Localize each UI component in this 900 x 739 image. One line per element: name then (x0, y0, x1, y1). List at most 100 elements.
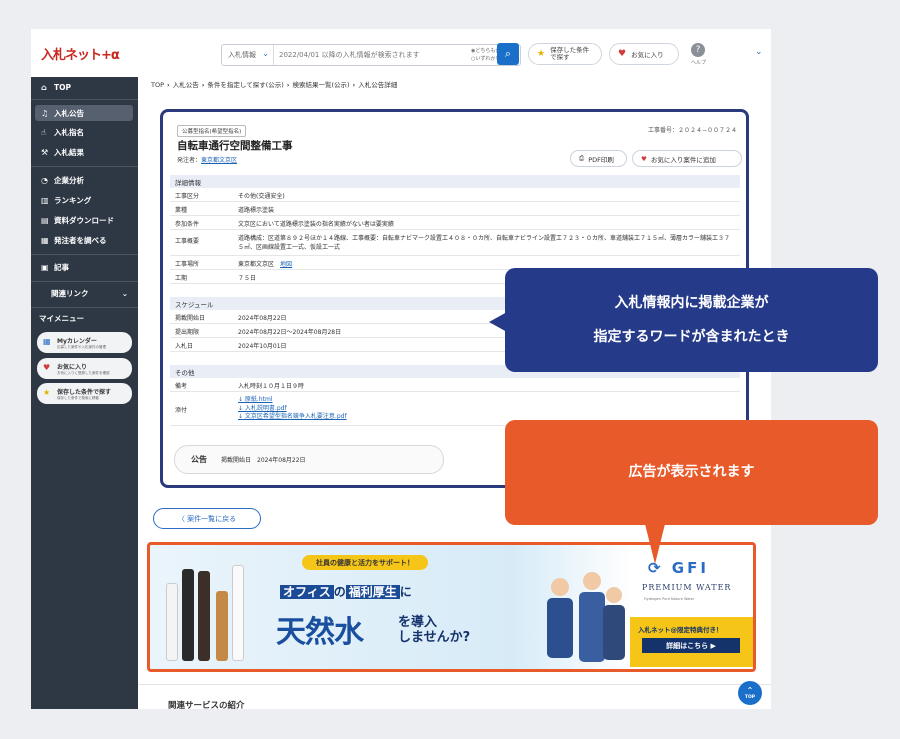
water-server-image (198, 571, 210, 661)
breadcrumb-item[interactable]: 検索結果一覧(公示) (292, 81, 349, 89)
add-favorite-button[interactable]: ♥ お気に入り案件に追加 (632, 150, 742, 167)
back-to-top-button[interactable]: ⌃ TOP (738, 681, 762, 705)
ad-big-text-line: を導入 (398, 615, 438, 630)
row-key: 業種 (175, 206, 188, 214)
sidebar-item-koukoku[interactable]: ♫ 入札公告 (35, 105, 133, 121)
search-category-select[interactable]: 入札情報 ⌄ (222, 45, 274, 65)
breadcrumb-item: 入札公告詳細 (358, 81, 398, 89)
breadcrumb: TOP › 入札公告 › 条件を指定して探す(公示) › 検索結果一覧(公示) › 入札公告詳細 (151, 81, 398, 89)
callout-line: 入札情報内に掲載企業が (614, 295, 769, 311)
star-icon: ★ (43, 388, 51, 397)
sidebar-item-label: 企業分析 (54, 175, 84, 185)
ad-big-text-2: を導入 しませんか? (398, 615, 470, 645)
card-title: Myカレンダー (57, 337, 97, 345)
card-title: 保存した条件で探す (57, 388, 112, 396)
row-key: 工事場所 (175, 260, 200, 268)
gavel-icon: ⚒ (41, 147, 49, 157)
hand-icon: ☝ (41, 127, 46, 137)
search-button[interactable]: ⌕ (497, 43, 519, 65)
ad-headline-part: オフィス (280, 585, 334, 599)
account-chevron-icon[interactable]: ⌄ (755, 47, 763, 57)
related-links-toggle[interactable]: 関連リンク ⌄ (31, 285, 138, 301)
row-key: 入札日 (175, 342, 194, 350)
row-value: 道路標示塗装 (238, 206, 275, 214)
divider (31, 281, 138, 282)
water-server-image (166, 583, 178, 661)
mymenu-saved-search[interactable]: ★ 保存した条件で探す 保存した条件で検索に移動 (37, 383, 132, 404)
ad-headline-part: 福利厚生 (345, 585, 400, 599)
search-category-label: 入札情報 (228, 51, 256, 59)
sidebar-item-kekka[interactable]: ⚒ 入札結果 (31, 144, 138, 160)
attachment-link[interactable]: ↓ 入札説明書.pdf (238, 405, 287, 412)
breadcrumb-item[interactable]: 条件を指定して探す(公示) (207, 81, 283, 89)
sidebar-item-top[interactable]: ⌂ TOP (31, 79, 138, 95)
pdf-print-button[interactable]: ⎙ PDF印刷 (570, 150, 627, 167)
ad-big-text-line: しませんか? (398, 630, 471, 645)
row-key: 工事区分 (175, 192, 200, 200)
mymenu-favorites[interactable]: ♥ お気に入り お気に入りに登録した案件を確認 (37, 358, 132, 379)
search-icon: ⌕ (504, 47, 512, 60)
ad-offer-text: 入札ネット@限定特典付き！ (638, 626, 723, 634)
sidebar-item-shimei[interactable]: ☝ 入札指名 (31, 124, 138, 140)
sidebar-item-analysis[interactable]: ◔ 企業分析 (31, 172, 138, 188)
water-server-image (216, 591, 228, 661)
ad-tagline: 社員の健康と活力をサポート！ (302, 555, 428, 570)
back-to-list-button[interactable]: 〈 案件一覧に戻る (153, 508, 261, 529)
search-input[interactable]: 2022/04/01 以降の入札情報が検索されます (274, 50, 468, 60)
bid-title: 自転車通行空間整備工事 (177, 140, 293, 152)
map-link[interactable]: 地図 (280, 261, 292, 268)
divider (31, 99, 138, 100)
row-key: 提出期限 (175, 328, 200, 336)
sidebar-item-label: 入札公告 (54, 108, 84, 118)
table-row: 業種 道路標示塗装 (170, 203, 740, 216)
sidebar-item-articles[interactable]: ▣ 記事 (31, 259, 138, 275)
table-row: 備考 入札時刻１０月１日９時 (170, 379, 740, 392)
saved-search-label: 保存した条件で探す (550, 46, 590, 61)
home-icon: ⌂ (41, 82, 47, 92)
orderer-link[interactable]: 東京都文京区 (201, 157, 237, 164)
ranking-icon: ▥ (41, 195, 49, 205)
table-row: 工事概要 道路構成：区道第８９２号ほか１４路線、工事概要：自転車ナビマーク設置工４… (170, 231, 740, 256)
ad-product-name: PREMIUM WATER (642, 583, 732, 592)
mymenu-heading: マイメニュー (39, 314, 84, 323)
sidebar-item-label: 入札結果 (54, 147, 84, 157)
card-title: お気に入り (57, 363, 88, 371)
search-bar: 入札情報 ⌄ 2022/04/01 以降の入札情報が検索されます ◉どちらも含む ○… (221, 44, 521, 66)
row-key: 参加条件 (175, 220, 200, 228)
sidebar-item-label: 入札指名 (54, 127, 84, 137)
water-server-image (232, 565, 244, 661)
table-row: 工事区分 その他(交通安全) (170, 189, 740, 202)
star-icon: ★ (537, 49, 546, 59)
heart-icon: ♥ (641, 154, 647, 163)
ad-brand-name: GFI (671, 559, 709, 577)
callout-ad: 広告が表示されます (505, 420, 878, 564)
breadcrumb-item[interactable]: TOP (151, 81, 164, 89)
bid-type-tag: 公募型指名(希望型指名) (177, 125, 247, 137)
attachment-link[interactable]: ↓ 文京区希望型指名競争入札要注意.pdf (238, 413, 347, 420)
mymenu-calendar[interactable]: ▦ Myカレンダー 応募した案件や入札案件の管理 (37, 332, 132, 353)
callout-pointer (645, 524, 665, 564)
row-value: 道路構成：区道第８９２号ほか１４路線、工事概要：自転車ナビマーク設置工４０８・０… (238, 235, 731, 251)
row-key: 掲載開始日 (175, 314, 206, 322)
sidebar-item-download[interactable]: ▤ 資料ダウンロード (31, 212, 138, 228)
section-detail: 詳細情報 (170, 175, 740, 188)
saved-search-button[interactable]: ★ 保存した条件で探す (528, 43, 602, 65)
analysis-icon: ◔ (41, 175, 48, 185)
orderer: 発注者：東京都文京区 (177, 155, 237, 164)
orderer-label: 発注者： (177, 157, 202, 164)
sidebar-item-label: ランキング (54, 195, 92, 205)
case-number: 工事番号：２０２４−００７２４ (647, 127, 737, 134)
sidebar: ⌂ TOP ♫ 入札公告 ☝ 入札指名 ⚒ 入札結果 ◔ 企業分析 ▥ ランキング ▤ 資料ダ… (31, 77, 138, 709)
breadcrumb-item[interactable]: 入札公告 (173, 81, 199, 89)
card-subtitle: お気に入りに登録した案件を確認 (57, 370, 110, 375)
attachment-link[interactable]: ↓ 原紙.html (238, 396, 273, 403)
favorites-button[interactable]: ♥ お気に入り (609, 43, 679, 65)
related-links-label: 関連リンク (51, 288, 89, 298)
sidebar-item-orderer[interactable]: ▦ 発注者を調べる (31, 232, 138, 248)
ad-cta-button[interactable]: 詳細はこちら ▶ (642, 638, 740, 653)
help-icon[interactable]: ? (691, 43, 705, 57)
heart-icon: ♥ (43, 363, 51, 372)
sidebar-item-ranking[interactable]: ▥ ランキング (31, 192, 138, 208)
site-logo[interactable]: 入札ネット+α (41, 44, 120, 63)
document-icon: ▤ (41, 215, 49, 225)
